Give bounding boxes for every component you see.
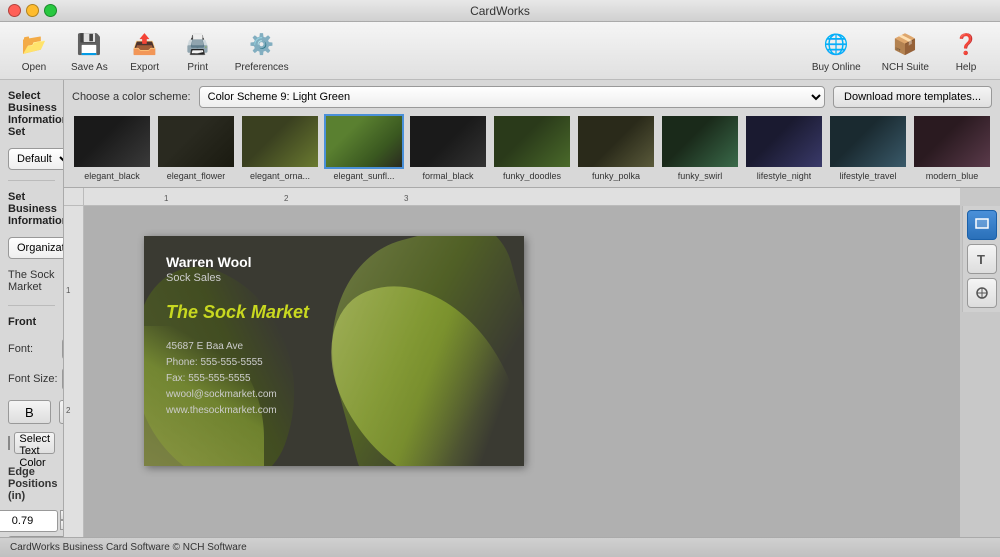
template-item-t2[interactable]: elegant_flower: [156, 114, 236, 181]
text-tool-button[interactable]: T: [967, 244, 997, 274]
color-row: Select Text Color: [8, 432, 55, 454]
business-set-select[interactable]: Default: [8, 148, 64, 170]
save-as-button[interactable]: 💾 Save As: [63, 24, 116, 77]
help-icon: ❓: [950, 28, 982, 60]
template-item-t1[interactable]: elegant_black: [72, 114, 152, 181]
canvas-background: Warren Wool Sock Sales The Sock Market 4…: [84, 206, 960, 537]
side-tools: T: [962, 206, 1000, 312]
close-button[interactable]: [8, 4, 21, 17]
status-bar: CardWorks Business Card Software © NCH S…: [0, 537, 1000, 557]
print-button[interactable]: 🖨️ Print: [174, 24, 222, 77]
edge-top-row: ▲ ▼: [8, 510, 55, 532]
template-item-t3[interactable]: elegant_orna...: [240, 114, 320, 181]
canvas-area: 1 2 3 1 2 Warren Wool Sock: [64, 188, 1000, 537]
edge-middle-row: ▲ ▼ ▲ ▼: [8, 536, 55, 537]
template-scroll: elegant_blackelegant_flowerelegant_orna.…: [72, 114, 992, 181]
preferences-icon: ⚙️: [246, 28, 278, 60]
save-icon: 💾: [73, 28, 105, 60]
toolbar: 📂 Open 💾 Save As 📤 Export 🖨️ Print ⚙️ Pr…: [0, 22, 1000, 80]
nch-icon: 📦: [889, 28, 921, 60]
org-name-value: The Sock Market: [8, 267, 55, 295]
app-title: CardWorks: [470, 4, 530, 18]
edge-left-input[interactable]: [8, 536, 64, 537]
front-label: Front: [8, 316, 55, 328]
print-icon: 🖨️: [182, 28, 214, 60]
card-container: Warren Wool Sock Sales The Sock Market 4…: [144, 236, 524, 466]
template-item-t10[interactable]: lifestyle_travel: [828, 114, 908, 181]
template-item-t7[interactable]: funky_polka: [576, 114, 656, 181]
template-top: Choose a color scheme: Color Scheme 9: L…: [72, 86, 992, 108]
card-company: The Sock Market: [166, 302, 502, 323]
template-item-t4[interactable]: elegant_sunfl...: [324, 114, 404, 181]
card-website: www.thesockmarket.com: [166, 403, 502, 419]
right-content: Choose a color scheme: Color Scheme 9: L…: [64, 80, 1000, 537]
image-tool-button[interactable]: [967, 278, 997, 308]
template-item-t5[interactable]: formal_black: [408, 114, 488, 181]
left-panel: Select Business Information Set Default …: [0, 80, 64, 537]
buy-online-icon: 🌐: [820, 28, 852, 60]
svg-text:T: T: [977, 252, 985, 267]
card-address: 45687 E Baa Ave: [166, 339, 502, 355]
color-swatch: [8, 436, 10, 450]
nch-suite-button[interactable]: 📦 NCH Suite: [874, 24, 937, 77]
status-text: CardWorks Business Card Software © NCH S…: [10, 542, 247, 553]
card-content: Warren Wool Sock Sales The Sock Market 4…: [144, 236, 524, 466]
scheme-select[interactable]: Color Scheme 9: Light Green: [199, 86, 825, 108]
card-details: 45687 E Baa Ave Phone: 555-555-5555 Fax:…: [166, 339, 502, 419]
divider-2: [8, 305, 55, 306]
template-item-t9[interactable]: lifestyle_night: [744, 114, 824, 181]
open-button[interactable]: 📂 Open: [10, 24, 58, 77]
edge-label: Edge Positions (in): [8, 466, 55, 502]
template-area: Choose a color scheme: Color Scheme 9: L…: [64, 80, 1000, 188]
buy-online-button[interactable]: 🌐 Buy Online: [804, 24, 869, 77]
business-set-label: Select Business Information Set: [8, 90, 55, 138]
ruler-vertical: 1 2: [64, 206, 84, 537]
template-item-t6[interactable]: funky_doodles: [492, 114, 572, 181]
org-name-select[interactable]: Organization Name: [8, 237, 64, 259]
business-set-row: Default + −: [8, 148, 55, 170]
org-name-row: Organization Name: [8, 237, 55, 259]
style-row: B I: [8, 400, 55, 424]
ruler-horizontal: 1 2 3: [84, 188, 960, 206]
card-job-title: Sock Sales: [166, 272, 502, 284]
maximize-button[interactable]: [44, 4, 57, 17]
main-area: Select Business Information Set Default …: [0, 80, 1000, 537]
business-card: Warren Wool Sock Sales The Sock Market 4…: [144, 236, 524, 466]
template-item-t11[interactable]: modern_blue: [912, 114, 992, 181]
color-button[interactable]: Select Text Color: [14, 432, 55, 454]
help-button[interactable]: ❓ Help: [942, 24, 990, 77]
font-label: Font:: [8, 343, 58, 355]
card-fax: Fax: 555-555-5555: [166, 371, 502, 387]
card-email: wwool@sockmarket.com: [166, 387, 502, 403]
download-templates-button[interactable]: Download more templates...: [833, 86, 992, 108]
font-size-label: Font Size:: [8, 373, 58, 385]
toolbar-right: 🌐 Buy Online 📦 NCH Suite ❓ Help: [804, 24, 990, 77]
minimize-button[interactable]: [26, 4, 39, 17]
title-bar: CardWorks: [0, 0, 1000, 22]
font-size-row: Font Size: ▲ ▼: [8, 368, 55, 390]
scheme-label: Choose a color scheme:: [72, 91, 191, 103]
edge-top-input[interactable]: [0, 510, 58, 532]
divider-1: [8, 180, 55, 181]
font-row: Font: Arial: [8, 338, 55, 360]
card-name: Warren Wool: [166, 254, 502, 270]
set-info-label: Set Business Information: [8, 191, 55, 227]
export-button[interactable]: 📤 Export: [121, 24, 169, 77]
window-controls[interactable]: [8, 4, 57, 17]
ruler-corner: [64, 188, 84, 206]
template-item-t8[interactable]: funky_swirl: [660, 114, 740, 181]
bold-button[interactable]: B: [8, 400, 51, 424]
preferences-button[interactable]: ⚙️ Preferences: [227, 24, 297, 77]
open-icon: 📂: [18, 28, 50, 60]
card-phone: Phone: 555-555-5555: [166, 355, 502, 371]
export-icon: 📤: [129, 28, 161, 60]
edge-inputs: ▲ ▼ ▲ ▼ ▲ ▼ ▲ ▼: [8, 510, 55, 537]
select-tool-button[interactable]: [967, 210, 997, 240]
